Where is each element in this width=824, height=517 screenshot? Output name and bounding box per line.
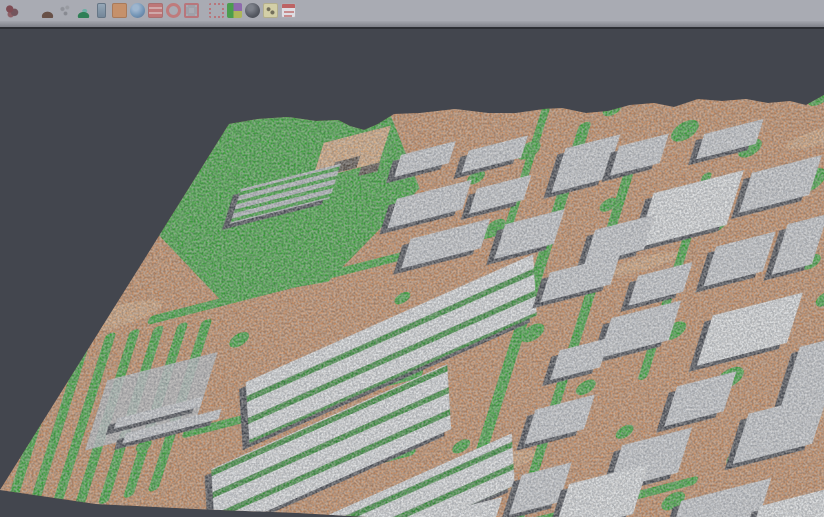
main-toolbar <box>0 0 824 21</box>
terrain-green-icon[interactable] <box>76 3 91 18</box>
terrain-tile <box>0 29 824 517</box>
classification-map-icon[interactable] <box>227 3 242 18</box>
point-cloud-pair-icon[interactable] <box>22 3 37 18</box>
report-red-icon[interactable] <box>281 3 296 18</box>
column-blue-icon[interactable] <box>97 3 106 18</box>
layers-red-icon[interactable] <box>148 3 163 18</box>
globe-icon[interactable] <box>130 3 145 18</box>
point-cloud-maroon-icon[interactable] <box>4 3 19 18</box>
terrain-brown-icon[interactable] <box>40 3 55 18</box>
viewport-3d[interactable] <box>0 29 824 517</box>
selection-brackets-icon[interactable] <box>184 3 199 18</box>
noise-overlay-light <box>0 29 824 517</box>
map-notes-icon[interactable] <box>263 3 278 18</box>
sparse-points-icon[interactable] <box>58 3 73 18</box>
application-window <box>0 0 824 517</box>
dotted-square-icon[interactable] <box>209 3 224 18</box>
scene-3d-point-cloud <box>0 29 824 517</box>
sphere-dark-icon[interactable] <box>245 3 260 18</box>
ortho-square-orange-icon[interactable] <box>112 3 127 18</box>
circle-target-icon[interactable] <box>166 3 181 18</box>
